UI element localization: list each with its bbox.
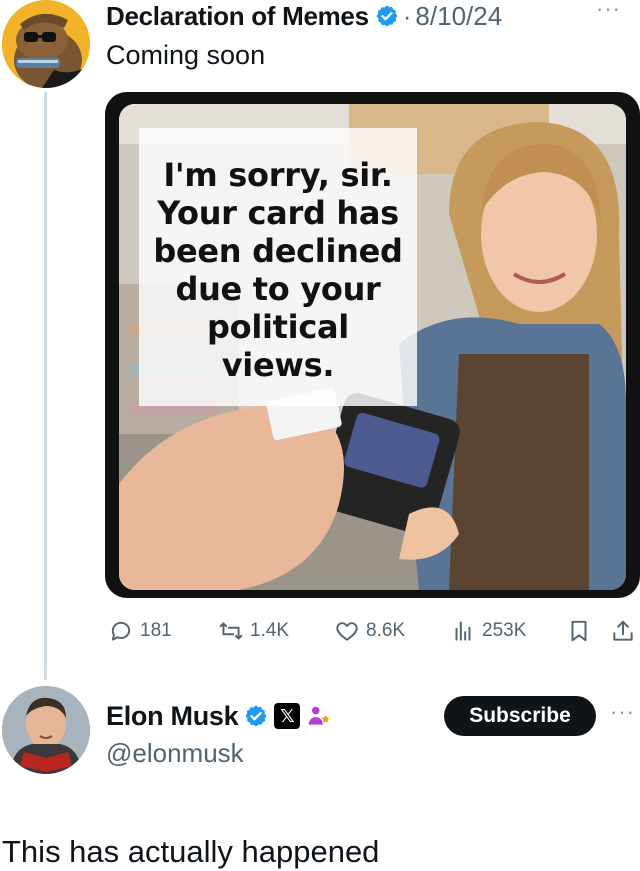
author-avatar-elon-musk[interactable] [2,686,90,774]
caption-line: due to your [175,270,381,308]
author-handle[interactable]: @elonmusk [106,738,244,769]
reply-count: 181 [140,620,172,641]
views-icon [455,621,471,641]
author-name[interactable]: Declaration of Memes [106,1,369,32]
first-post-header: Declaration of Memes · 8/10/24 [106,0,502,32]
elon-avatar-icon [2,686,90,774]
caption-line: views. [221,346,335,384]
x-affiliation-badge: 𝕏 [274,703,301,729]
post-media-image[interactable]: I'm sorry, sir. Your card has been decli… [105,92,640,598]
repost-button[interactable]: 1.4K [218,616,289,646]
like-count: 8.6K [366,620,406,641]
verified-badge-icon [245,705,267,727]
like-button[interactable]: 8.6K [334,616,405,646]
repost-count: 1.4K [250,620,290,641]
post-date[interactable]: 8/10/24 [415,1,502,32]
more-options-icon[interactable]: ··· [596,0,624,22]
author-avatar-declaration-of-memes[interactable] [2,0,90,88]
first-post-text: Coming soon [106,40,266,70]
caption-line: I'm sorry, sir. [163,156,393,194]
views-button[interactable]: 253K [450,616,526,646]
views-count: 253K [482,620,527,641]
reply-icon [111,621,131,641]
subscribe-button[interactable]: Subscribe [444,696,596,736]
bookmark-icon [571,620,587,642]
caption-line: Your card has [157,194,399,232]
second-post-header: Elon Musk 𝕏 [106,698,332,734]
thread-connector-line [44,92,47,680]
second-post-text: This has actually happened [2,834,380,869]
repost-icon [219,622,243,640]
meme-caption: I'm sorry, sir. Your card has been decli… [139,156,417,384]
more-options-icon[interactable]: ··· [610,701,638,725]
share-button[interactable] [610,616,640,646]
author-name[interactable]: Elon Musk [106,701,239,732]
reply-button[interactable]: 181 [108,616,172,646]
meme-dog-avatar-icon [2,0,90,88]
like-icon [336,622,358,641]
verified-badge-icon [376,5,398,27]
bookmark-button[interactable] [566,616,598,646]
meme-photo: I'm sorry, sir. Your card has been decli… [119,104,626,590]
affiliate-icon [309,706,330,725]
caption-line: political [207,308,349,346]
post-separator: · [402,0,412,31]
share-icon [613,620,633,641]
caption-line: been declined [153,232,403,270]
